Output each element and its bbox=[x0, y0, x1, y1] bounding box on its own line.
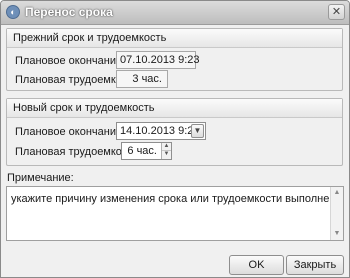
group-title: Новый срок и трудоемкость bbox=[13, 102, 155, 114]
chevron-down-icon[interactable]: ▼ bbox=[191, 124, 204, 138]
spin-down-icon[interactable]: ▼ bbox=[162, 151, 171, 158]
spin-buttons[interactable]: ▲ ▼ bbox=[161, 143, 171, 159]
scroll-down-icon[interactable]: ▼ bbox=[331, 228, 343, 240]
old-effort-field: 3 час. bbox=[116, 70, 168, 88]
new-end-date-picker[interactable]: 14.10.2013 9:23 ▼ bbox=[116, 122, 206, 140]
group-header: Прежний срок и трудоемкость bbox=[7, 29, 342, 48]
note-scrollbar[interactable]: ▲ ▼ bbox=[330, 187, 343, 240]
group-header: Новый срок и трудоемкость bbox=[7, 99, 342, 118]
note-textarea[interactable]: укажите причину изменения срока или труд… bbox=[6, 186, 344, 241]
spin-up-icon[interactable]: ▲ bbox=[162, 143, 171, 151]
new-end-label: Плановое окончание: bbox=[15, 126, 126, 138]
window-title: Перенос срока bbox=[25, 5, 113, 19]
group-title: Прежний срок и трудоемкость bbox=[13, 32, 167, 44]
new-end-value: 14.10.2013 9:23 bbox=[120, 125, 200, 137]
reschedule-dialog: ◐ Перенос срока ✕ Прежний срок и трудоем… bbox=[0, 0, 350, 278]
old-end-label: Плановое окончание: bbox=[15, 55, 126, 67]
old-end-field: 07.10.2013 9:23 bbox=[116, 51, 200, 69]
close-icon[interactable]: ✕ bbox=[328, 4, 345, 20]
ok-button[interactable]: OK bbox=[229, 255, 284, 275]
note-text: укажите причину изменения срока или труд… bbox=[11, 193, 329, 205]
close-button[interactable]: Закрыть bbox=[286, 255, 344, 275]
scroll-up-icon[interactable]: ▲ bbox=[331, 187, 343, 199]
old-deadline-group: Прежний срок и трудоемкость Плановое око… bbox=[6, 28, 343, 91]
new-deadline-group: Новый срок и трудоемкость Плановое оконч… bbox=[6, 98, 343, 166]
new-effort-value: 6 час. bbox=[127, 145, 157, 157]
title-bar[interactable]: ◐ Перенос срока ✕ bbox=[1, 1, 349, 25]
note-label: Примечание: bbox=[7, 172, 74, 184]
new-effort-stepper[interactable]: 6 час. ▲ ▼ bbox=[121, 142, 172, 160]
app-icon: ◐ bbox=[6, 5, 20, 19]
